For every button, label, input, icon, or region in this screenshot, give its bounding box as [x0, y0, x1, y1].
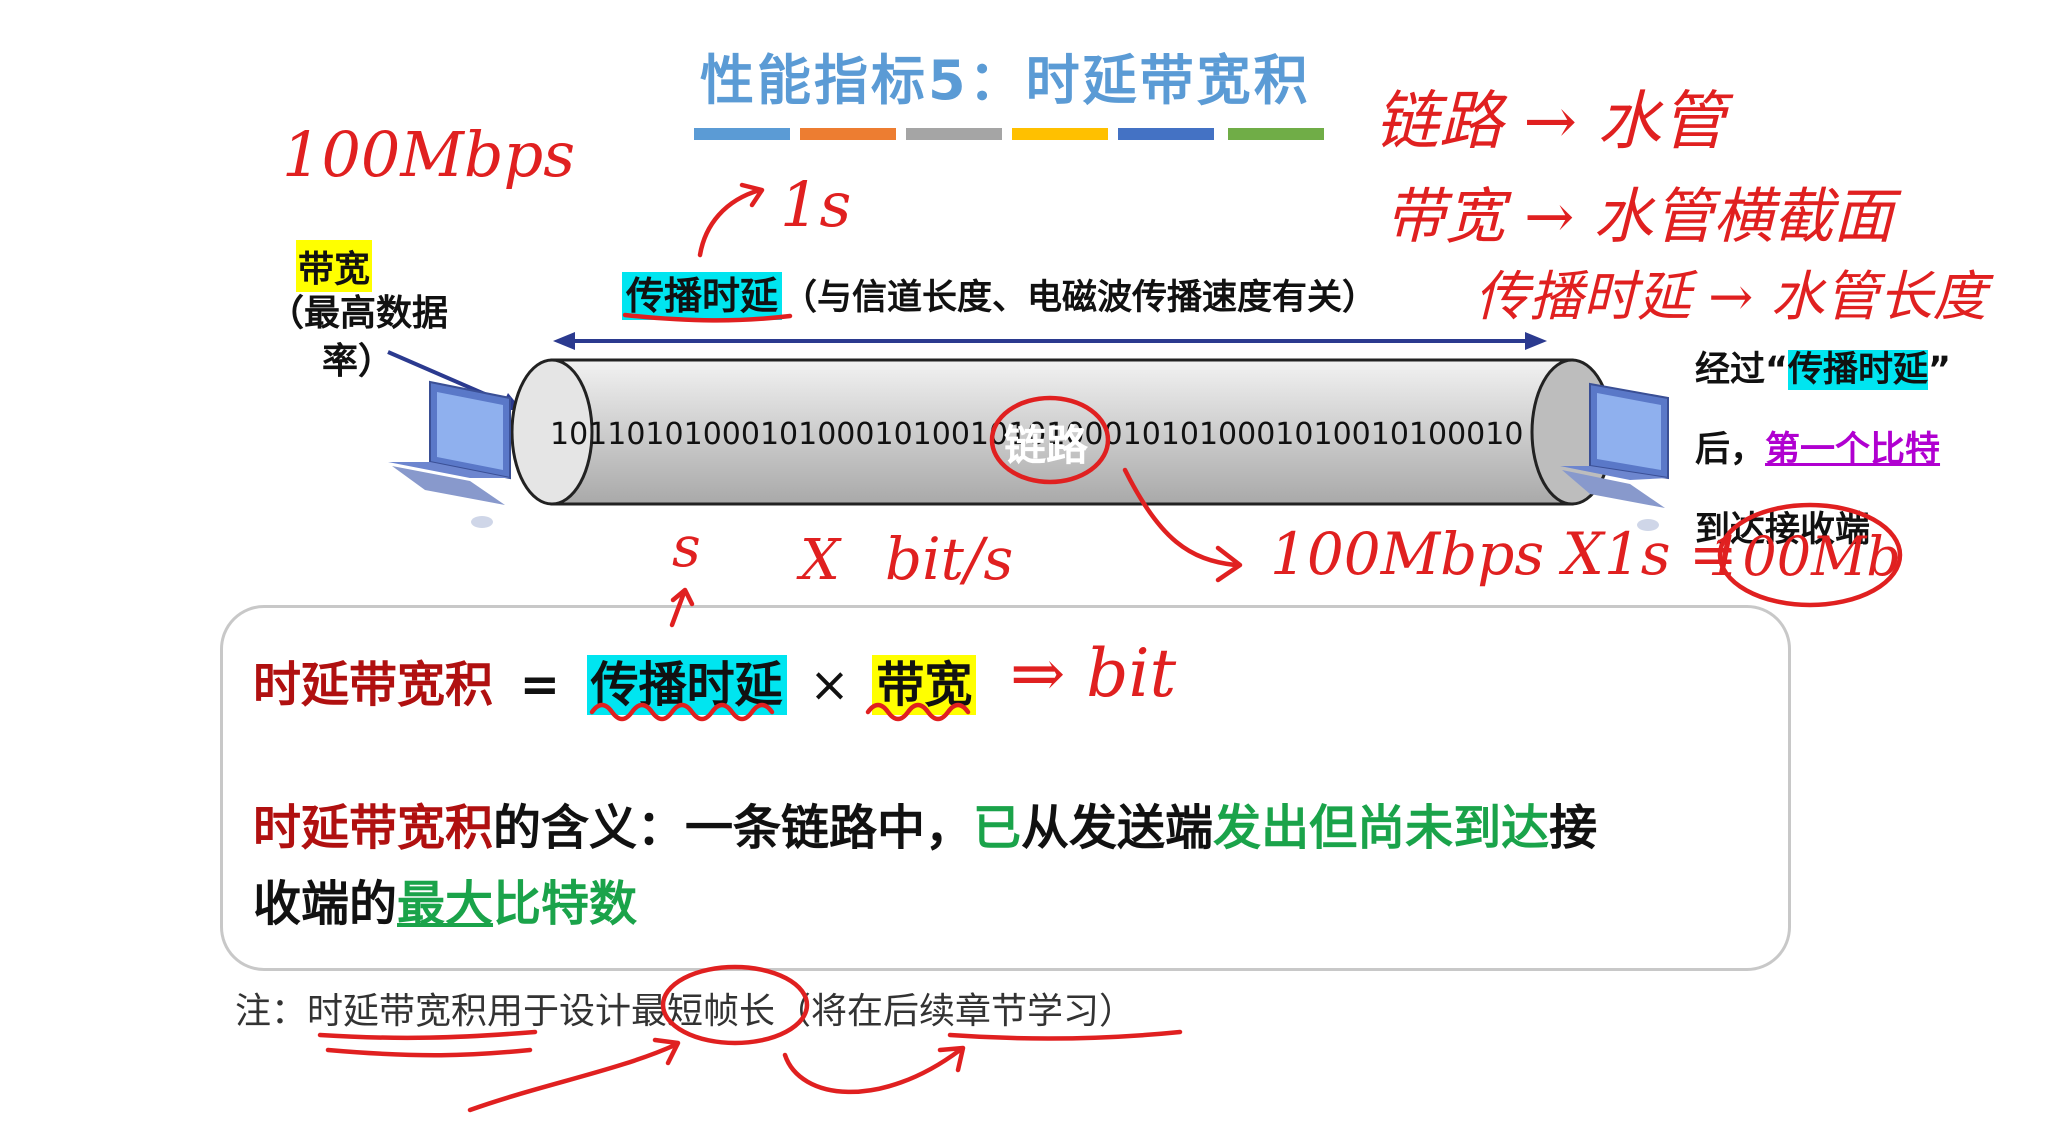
hand-arrow-footnote-2 [782, 1045, 966, 1095]
hand-underline-prop [622, 312, 793, 323]
hand-circle-shortest-frame [660, 964, 810, 1046]
handwritten-marks [317, 182, 1903, 1113]
hand-circle-result [1717, 502, 1903, 608]
hand-arrow-link [1122, 467, 1243, 583]
hand-arrow-1s [697, 182, 765, 258]
hand-wave-prop [589, 702, 775, 722]
hand-underline-footnote-3 [947, 1029, 1183, 1041]
hand-wave-bw [865, 702, 971, 722]
hand-arrow-s [669, 587, 695, 628]
hand-underline-footnote [317, 1029, 538, 1041]
hand-underline-footnote-2 [325, 1047, 533, 1058]
hand-circle-link [989, 395, 1111, 485]
